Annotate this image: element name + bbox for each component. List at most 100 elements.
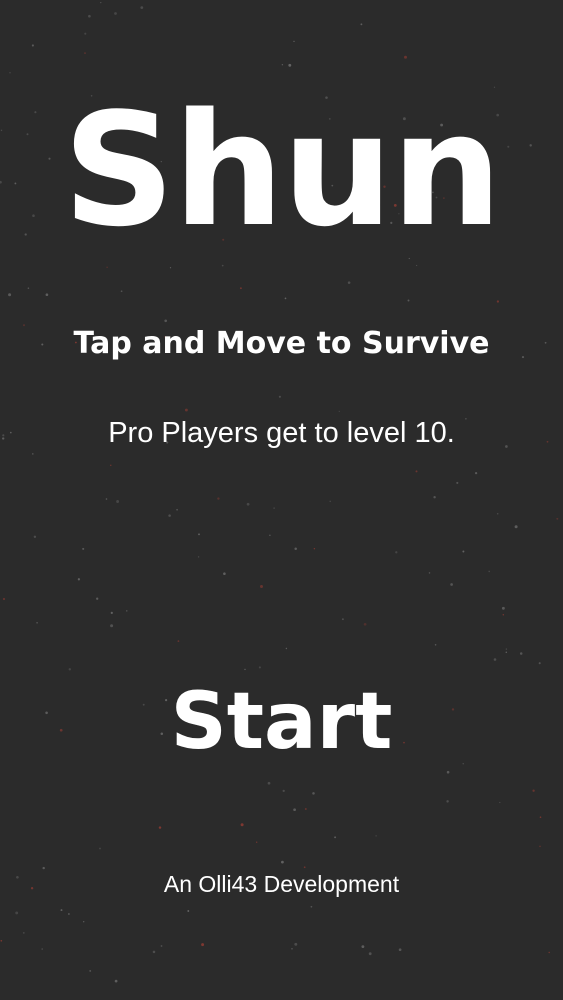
star-dot	[217, 497, 220, 500]
star-dot	[281, 63, 284, 66]
star-dot	[0, 939, 3, 942]
star-dot	[398, 948, 402, 952]
star-dot	[68, 668, 72, 671]
star-dot	[22, 324, 26, 327]
star-dot	[288, 63, 292, 67]
star-dot	[304, 807, 307, 811]
star-dot	[110, 624, 114, 628]
star-dot	[246, 502, 250, 506]
star-dot	[116, 500, 120, 503]
star-dot	[114, 12, 117, 15]
star-dot	[198, 533, 200, 536]
star-dot	[269, 534, 271, 537]
star-dot	[368, 952, 372, 956]
star-dot	[294, 942, 298, 946]
star-dot	[99, 847, 101, 850]
star-dot	[505, 651, 508, 654]
star-dot	[114, 979, 118, 983]
star-dot	[110, 611, 113, 615]
star-dot	[360, 23, 363, 26]
star-dot	[140, 6, 144, 9]
star-dot	[282, 789, 285, 793]
star-dot	[9, 72, 11, 74]
star-dot	[184, 408, 188, 412]
star-dot	[158, 826, 162, 829]
star-dot	[22, 932, 25, 934]
star-dot	[267, 781, 271, 785]
star-dot	[539, 845, 541, 848]
star-dot	[291, 947, 293, 950]
star-dot	[168, 514, 171, 517]
star-dot	[31, 44, 34, 47]
star-dot	[293, 40, 295, 43]
star-dot	[334, 836, 337, 839]
star-dot	[456, 481, 459, 484]
game-screen[interactable]: Shun Tap and Move to Survive Pro Players…	[0, 0, 563, 1000]
star-dot	[15, 911, 19, 915]
star-dot	[462, 550, 465, 553]
star-dot	[45, 293, 49, 297]
star-dot	[519, 652, 523, 655]
star-dot	[176, 508, 178, 511]
star-dot	[164, 319, 168, 323]
star-dot	[83, 921, 85, 923]
star-dot	[142, 703, 145, 706]
star-dot	[258, 666, 261, 669]
star-dot	[169, 267, 172, 269]
star-dot	[548, 951, 550, 954]
star-dot	[110, 464, 112, 466]
star-dot	[415, 470, 418, 473]
star-dot	[32, 453, 34, 455]
star-dot	[404, 55, 407, 59]
star-dot	[293, 808, 296, 812]
star-dot	[273, 507, 275, 509]
star-dot	[77, 578, 81, 581]
star-dot	[415, 264, 418, 267]
star-dot	[502, 614, 505, 616]
star-dot	[532, 789, 535, 792]
star-dot	[347, 281, 351, 284]
star-dot	[496, 513, 499, 515]
star-dot	[341, 618, 344, 621]
start-button[interactable]: Start	[150, 679, 413, 766]
star-dot	[106, 266, 108, 268]
star-dot	[281, 860, 284, 864]
level-hint: Pro Players get to level 10.	[108, 417, 455, 449]
star-dot	[59, 728, 63, 732]
star-dot	[223, 572, 226, 575]
star-dot	[221, 264, 224, 267]
developer-credit: An Olli43 Development	[163, 871, 400, 897]
star-dot	[152, 950, 156, 954]
star-dot	[446, 770, 450, 774]
star-dot	[201, 943, 205, 947]
game-title: Shun	[62, 79, 503, 261]
star-dot	[361, 945, 365, 949]
star-dot	[126, 610, 128, 612]
star-dot	[395, 551, 398, 554]
star-dot	[450, 583, 453, 586]
star-dot	[88, 14, 91, 18]
star-dot	[244, 668, 246, 671]
star-dot	[84, 52, 86, 54]
game-tagline: Tap and Move to Survive	[73, 326, 490, 361]
star-dot	[68, 913, 70, 915]
star-dot	[313, 547, 316, 550]
star-dot	[240, 823, 244, 827]
star-dot	[539, 816, 542, 818]
star-dot	[514, 525, 518, 529]
star-dot	[187, 910, 190, 912]
star-dot	[434, 644, 437, 646]
star-dot	[100, 1, 102, 4]
star-dot	[160, 945, 163, 947]
star-dot	[338, 410, 340, 413]
star-dot	[260, 585, 263, 588]
star-dot	[501, 606, 505, 610]
star-dot	[488, 570, 491, 573]
star-dot	[428, 572, 431, 574]
star-dot	[433, 495, 436, 499]
star-dot	[36, 621, 38, 624]
star-dot	[284, 297, 287, 300]
star-dot	[493, 658, 497, 661]
star-dot	[329, 500, 331, 503]
star-dot	[105, 498, 108, 500]
